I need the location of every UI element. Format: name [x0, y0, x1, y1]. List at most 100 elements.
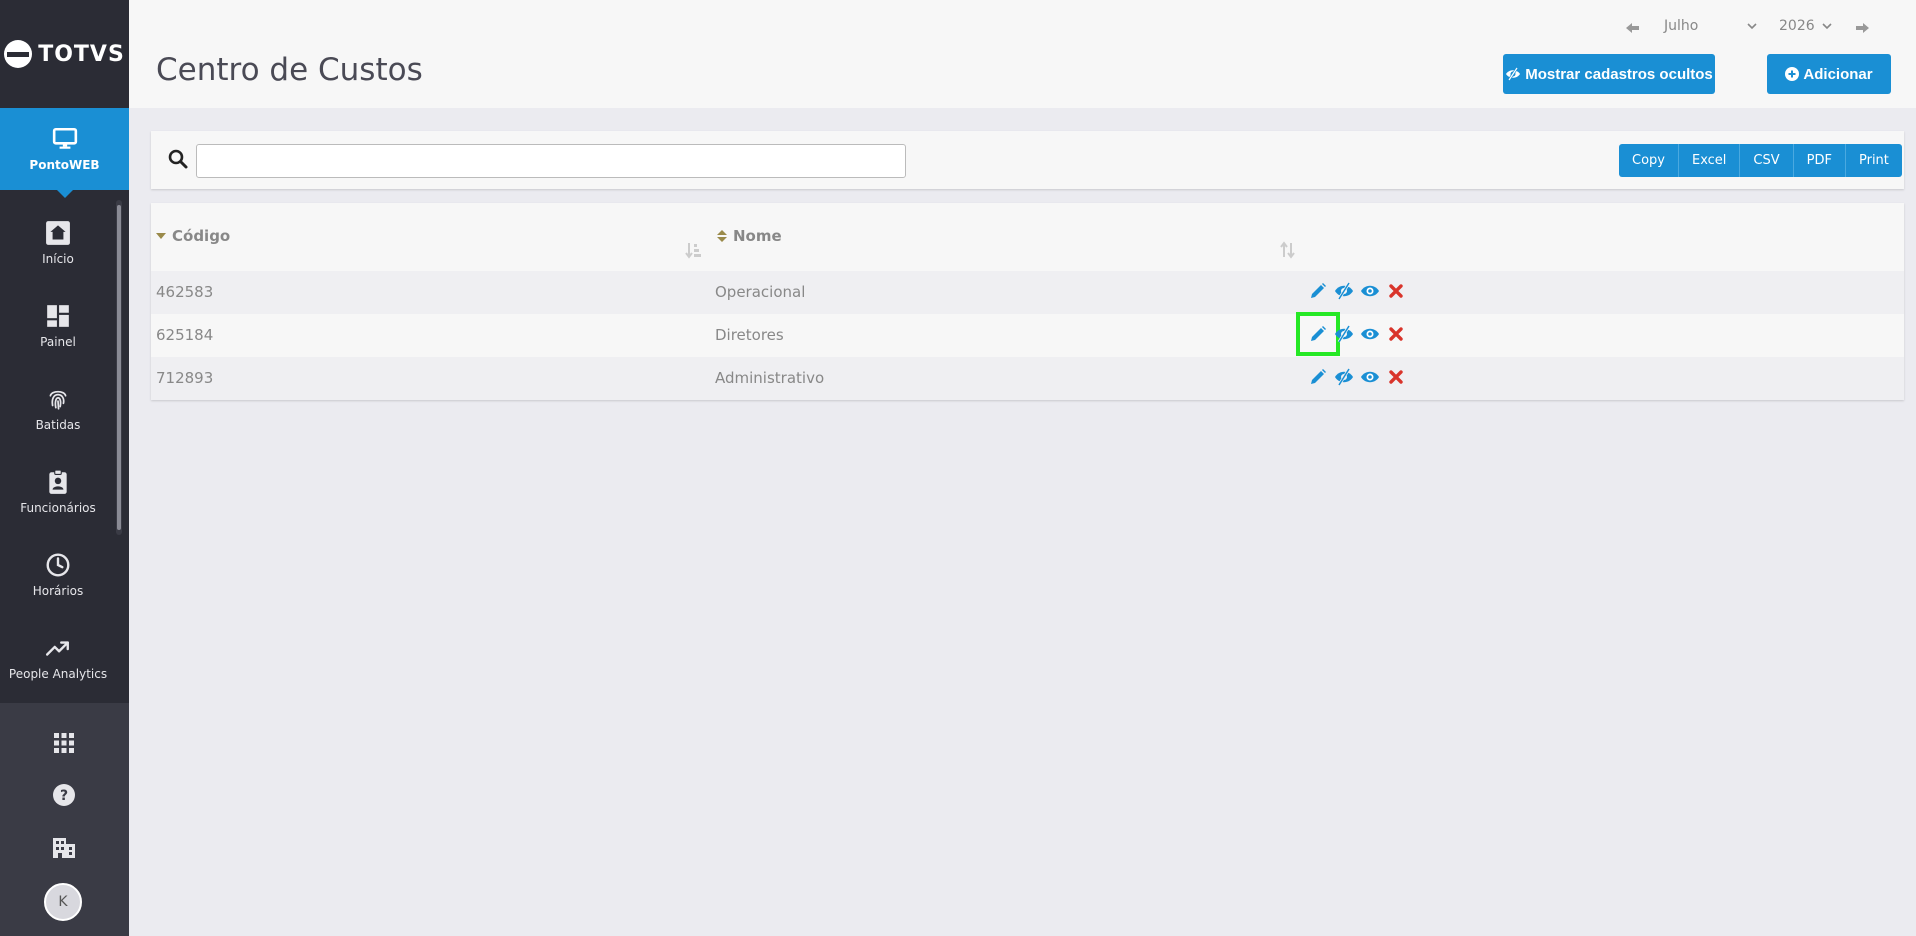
pencil-icon — [1311, 283, 1326, 298]
add-button[interactable]: Adicionar — [1767, 54, 1891, 94]
cell-nome: Administrativo — [715, 369, 825, 387]
view-button[interactable] — [1360, 367, 1380, 387]
page-title: Centro de Custos — [156, 52, 423, 88]
row-actions — [1308, 281, 1406, 301]
csv-button[interactable]: CSV — [1740, 144, 1794, 177]
sidebar-item-label: Batidas — [35, 418, 81, 432]
eye-icon — [1361, 285, 1379, 297]
view-button[interactable] — [1360, 324, 1380, 344]
building-icon — [53, 838, 75, 858]
sort-desc-icon — [156, 233, 166, 239]
sidebar-item-label: Funcionários — [20, 501, 96, 515]
cell-codigo: 462583 — [156, 283, 214, 301]
sidebar-item-label: Painel — [40, 335, 76, 349]
sort-arrows-icon[interactable] — [1279, 241, 1297, 259]
company-button[interactable] — [44, 828, 84, 868]
help-icon: ? — [53, 784, 75, 806]
chevron-down-icon — [1747, 23, 1757, 30]
column-header-nome[interactable]: Nome — [717, 227, 782, 245]
sidebar-item-label: People Analytics — [8, 667, 108, 681]
trend-icon — [45, 641, 69, 656]
page-header: Julho 2026 Centro de Custos Mostrar cada… — [129, 0, 1916, 108]
sidebar: TOTVS PontoWEB Início Painel Batidas Fun… — [0, 0, 129, 936]
column-header-label: Código — [172, 227, 231, 245]
month-select[interactable]: Julho — [1664, 18, 1698, 34]
column-header-codigo[interactable]: Código — [156, 227, 230, 245]
print-button[interactable]: Print — [1845, 144, 1902, 177]
hide-button[interactable] — [1334, 367, 1354, 387]
sidebar-item-label: Início — [42, 252, 74, 266]
eye-icon — [1361, 328, 1379, 340]
arrow-right-icon[interactable] — [1852, 18, 1872, 38]
sort-both-icon — [717, 230, 727, 242]
sort-amount-icon[interactable] — [685, 241, 703, 259]
pdf-button[interactable]: PDF — [1793, 144, 1846, 177]
eye-slash-icon — [1335, 325, 1353, 343]
table-row: 712893 Administrativo — [151, 357, 1904, 400]
badge-icon — [49, 469, 67, 494]
pencil-icon — [1311, 369, 1326, 384]
sidebar-item-inicio[interactable]: Início — [0, 200, 116, 282]
chevron-down-icon — [1822, 23, 1832, 30]
sidebar-item-batidas[interactable]: Batidas — [0, 366, 116, 448]
apps-grid-icon — [54, 733, 74, 753]
sidebar-item-pontoweb[interactable]: PontoWEB — [0, 108, 129, 198]
cost-center-table: Código Nome 462583 Operacional 625184 Di… — [151, 203, 1904, 400]
close-icon — [1389, 284, 1403, 298]
arrow-left-icon[interactable] — [1623, 18, 1643, 38]
cell-nome: Diretores — [715, 326, 784, 344]
sidebar-item-label: PontoWEB — [29, 158, 100, 172]
year-select[interactable]: 2026 — [1779, 18, 1815, 34]
dashboard-icon — [47, 305, 69, 327]
clock-icon — [46, 553, 70, 577]
apps-button[interactable] — [44, 723, 84, 763]
show-hidden-button[interactable]: Mostrar cadastros ocultos — [1503, 54, 1715, 94]
close-icon — [1389, 327, 1403, 341]
search-input[interactable] — [196, 144, 906, 178]
cell-codigo: 625184 — [156, 326, 214, 344]
sidebar-item-label: Horários — [32, 584, 84, 598]
row-actions — [1296, 312, 1406, 356]
eye-slash-icon — [1335, 368, 1353, 386]
excel-button[interactable]: Excel — [1678, 144, 1741, 177]
column-header-label: Nome — [733, 227, 782, 245]
pencil-icon — [1311, 326, 1326, 341]
delete-button[interactable] — [1386, 367, 1406, 387]
avatar[interactable]: K — [44, 883, 82, 921]
fingerprint-icon — [49, 390, 67, 410]
cell-nome: Operacional — [715, 283, 806, 301]
monitor-icon — [52, 127, 77, 149]
delete-button[interactable] — [1386, 324, 1406, 344]
edit-button[interactable] — [1308, 367, 1328, 387]
table-row: 625184 Diretores — [151, 312, 1904, 357]
view-button[interactable] — [1360, 281, 1380, 301]
row-actions — [1308, 367, 1406, 387]
edit-button[interactable] — [1296, 312, 1340, 356]
totvs-logo-icon — [4, 40, 33, 68]
sidebar-item-painel[interactable]: Painel — [0, 283, 116, 365]
copy-button[interactable]: Copy — [1619, 144, 1679, 177]
edit-button[interactable] — [1308, 281, 1328, 301]
hide-button[interactable] — [1334, 281, 1354, 301]
home-icon — [46, 221, 70, 245]
table-row: 462583 Operacional — [151, 271, 1904, 314]
hide-button[interactable] — [1334, 324, 1354, 344]
show-hidden-label: Mostrar cadastros ocultos — [1525, 65, 1713, 83]
eye-icon — [1361, 371, 1379, 383]
add-label: Adicionar — [1803, 65, 1873, 83]
eye-slash-icon — [1335, 282, 1353, 300]
sidebar-item-horarios[interactable]: Horários — [0, 532, 116, 614]
logo-text: TOTVS — [38, 41, 125, 67]
totvs-logo[interactable]: TOTVS — [0, 0, 129, 108]
sidebar-item-funcionarios[interactable]: Funcionários — [0, 449, 116, 531]
export-button-group: Copy Excel CSV PDF Print — [1619, 144, 1902, 177]
delete-button[interactable] — [1386, 281, 1406, 301]
eye-slash-icon — [1506, 67, 1521, 81]
plus-circle-icon — [1785, 67, 1800, 81]
sidebar-scrollbar-thumb[interactable] — [117, 205, 121, 530]
help-button[interactable]: ? — [44, 775, 84, 815]
sidebar-item-people-analytics[interactable]: People Analytics — [0, 615, 116, 697]
close-icon — [1389, 370, 1403, 384]
table-toolbar: Copy Excel CSV PDF Print — [151, 131, 1904, 189]
search-icon — [168, 149, 188, 169]
